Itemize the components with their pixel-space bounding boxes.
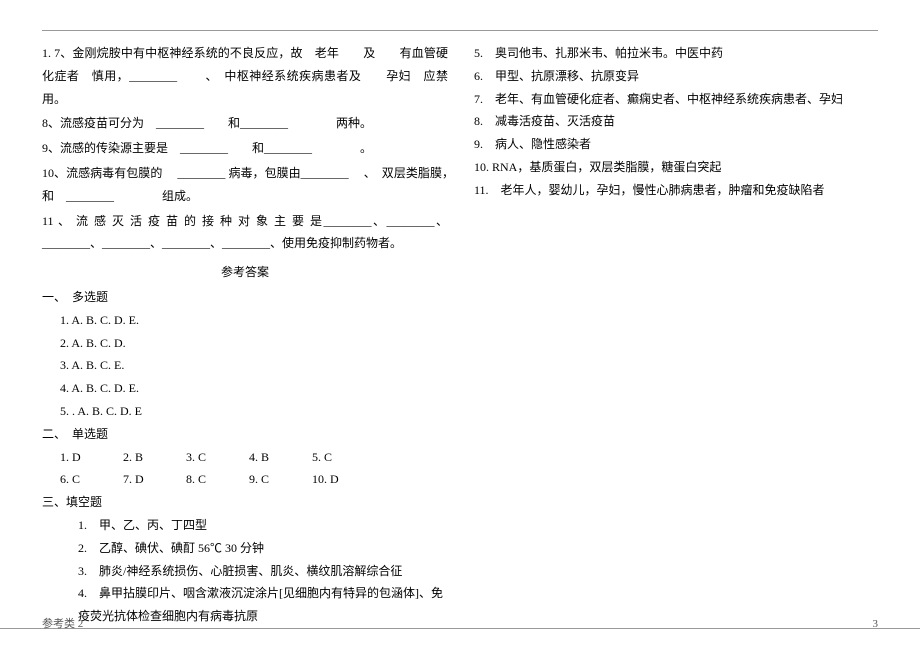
single-answer-row-2: 6. C 7. D 8. C 9. C 10. D (42, 468, 448, 491)
single-answer-row-1: 1. D 2. B 3. C 4. B 5. C (42, 446, 448, 469)
sa-7: 7. D (123, 468, 183, 491)
fill-answer-6: 6. 甲型、抗原漂移、抗原变异 (474, 65, 878, 88)
footer-left: 参考类 2 (42, 614, 83, 635)
fill-answer-1: 1. 甲、乙、丙、丁四型 (42, 514, 448, 537)
mc-answer-4: 4. A. B. C. D. E. (42, 377, 448, 400)
sa-1: 1. D (60, 446, 120, 469)
mc-answer-1: 1. A. B. C. D. E. (42, 309, 448, 332)
fill-answer-11: 11. 老年人，婴幼儿，孕妇，慢性心肺病患者，肿瘤和免疫缺陷者 (474, 179, 878, 202)
sa-3: 3. C (186, 446, 246, 469)
sa-6: 6. C (60, 468, 120, 491)
fill-answer-7: 7. 老年、有血管硬化症者、癫痫史者、中枢神经系统疾病患者、孕妇 (474, 88, 878, 111)
sa-9: 9. C (249, 468, 309, 491)
fill-answer-9: 9. 病人、隐性感染者 (474, 133, 878, 156)
mc-answer-2: 2. A. B. C. D. (42, 332, 448, 355)
fill-answer-5: 5. 奥司他韦、扎那米韦、帕拉米韦。中医中药 (474, 42, 878, 65)
question-8: 8、流感疫苗可分为 ________ 和________ 两种。 (42, 112, 448, 135)
footer-page-number: 3 (873, 614, 879, 635)
left-column: 1. 7、金刚烷胺中有中枢神经系统的不良反应，故 老年 及 有血管硬化症者 慎用… (42, 32, 448, 628)
fill-answer-8: 8. 减毒活疫苗、灭活疫苗 (474, 110, 878, 133)
page-body: 1. 7、金刚烷胺中有中枢神经系统的不良反应，故 老年 及 有血管硬化症者 慎用… (0, 0, 920, 629)
section-2-heading: 二、 单选题 (42, 423, 448, 446)
question-10: 10、流感病毒有包膜的 ________ 病毒，包膜由________ 、 双层… (42, 162, 448, 208)
sa-5: 5. C (312, 446, 372, 469)
fill-answer-2: 2. 乙醇、碘伏、碘酊 56℃ 30 分钟 (42, 537, 448, 560)
sa-8: 8. C (186, 468, 246, 491)
fill-answer-3: 3. 肺炎/神经系统损伤、心脏损害、肌炎、横纹肌溶解综合征 (42, 560, 448, 583)
mc-answer-5: 5. . A. B. C. D. E (42, 400, 448, 423)
question-11: 11 、 流 感 灭 活 疫 苗 的 接 种 对 象 主 要 是________… (42, 210, 448, 256)
right-column: 5. 奥司他韦、扎那米韦、帕拉米韦。中医中药 6. 甲型、抗原漂移、抗原变异 7… (474, 32, 878, 628)
fill-answer-10: 10. RNA，基质蛋白，双层类脂膜，糖蛋白突起 (474, 156, 878, 179)
sa-2: 2. B (123, 446, 183, 469)
section-3-heading: 三、填空题 (42, 491, 448, 514)
question-9: 9、流感的传染源主要是 ________ 和________ 。 (42, 137, 448, 160)
page-footer: 参考类 2 3 (42, 614, 878, 635)
question-7: 1. 7、金刚烷胺中有中枢神经系统的不良反应，故 老年 及 有血管硬化症者 慎用… (42, 42, 448, 110)
sa-4: 4. B (249, 446, 309, 469)
sa-10: 10. D (312, 468, 372, 491)
section-1-heading: 一、 多选题 (42, 286, 448, 309)
answers-title: 参考答案 (42, 261, 448, 284)
mc-answer-3: 3. A. B. C. E. (42, 354, 448, 377)
